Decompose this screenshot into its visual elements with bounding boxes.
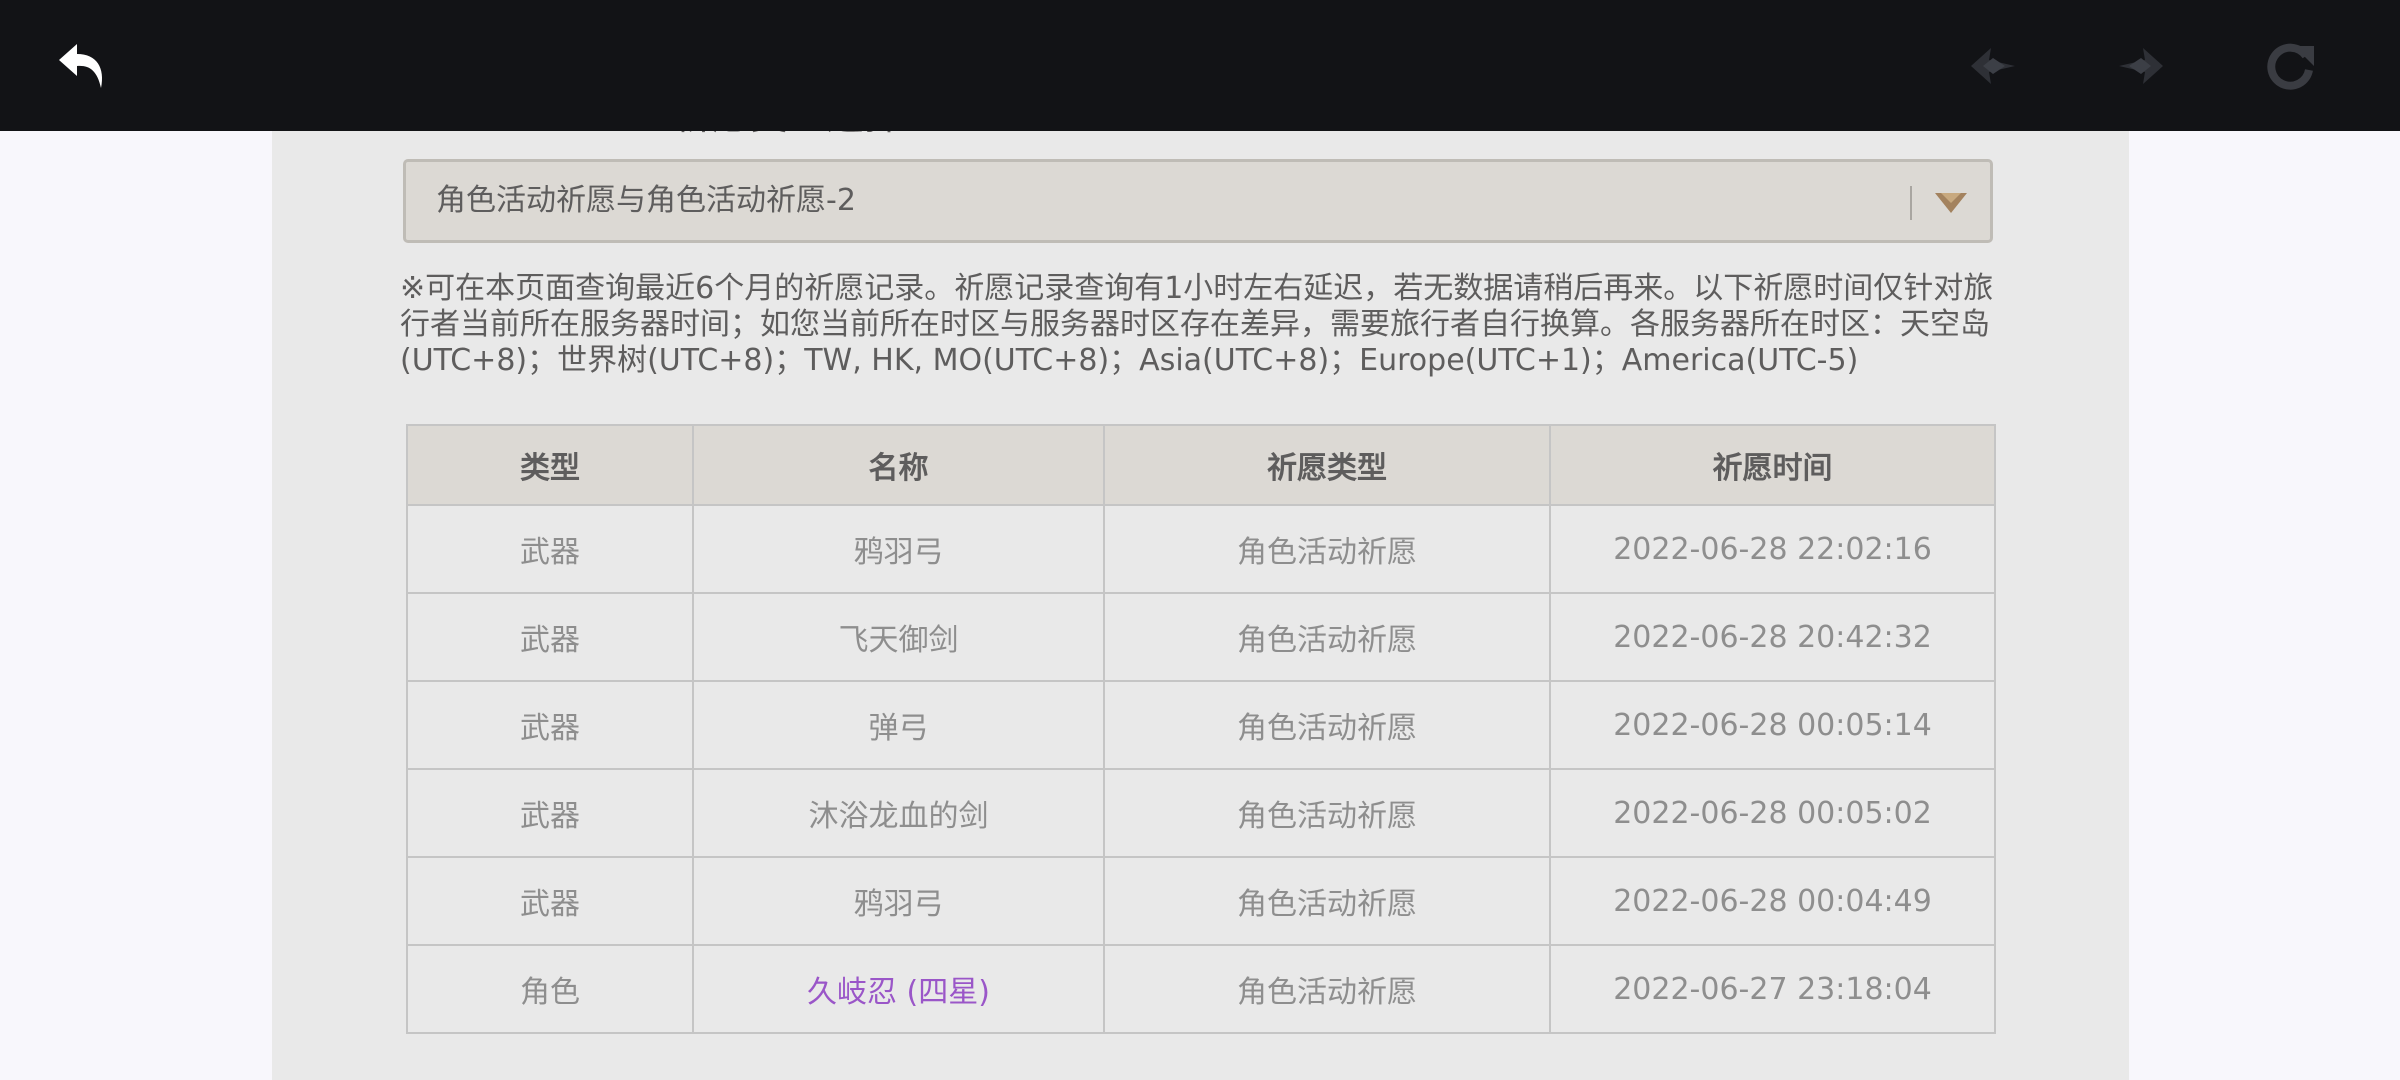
wish-type-select-value: 角色活动祈愿与角色活动祈愿-2 [436, 183, 856, 218]
cell-name: 弹弓 [692, 680, 1105, 770]
cell-type: 角色 [406, 944, 694, 1034]
refresh-icon[interactable] [2262, 38, 2318, 94]
prev-page-icon[interactable] [1965, 38, 2021, 94]
notice-text: ※可在本页面查询最近6个月的祈愿记录。祈愿记录查询有1小时左右延迟，若无数据请稍… [400, 271, 1994, 378]
cell-name: 鸦羽弓 [692, 856, 1105, 946]
cell-wish-type: 角色活动祈愿 [1103, 944, 1551, 1034]
back-arrow-icon[interactable] [55, 38, 111, 94]
cell-time: 2022-06-28 22:02:16 [1549, 504, 1996, 594]
cell-type: 武器 [406, 856, 694, 946]
cell-type: 武器 [406, 504, 694, 594]
cell-wish-type: 角色活动祈愿 [1103, 504, 1551, 594]
table-row: 武器 弹弓 角色活动祈愿 2022-06-28 00:05:14 [406, 680, 1996, 770]
cell-type: 武器 [406, 768, 694, 858]
cell-wish-type: 角色活动祈愿 [1103, 592, 1551, 682]
top-toolbar [0, 0, 2400, 131]
table-row: 武器 沐浴龙血的剑 角色活动祈愿 2022-06-28 00:05:02 [406, 768, 1996, 858]
header-name: 名称 [692, 424, 1105, 506]
table-row: 武器 鸦羽弓 角色活动祈愿 2022-06-28 00:04:49 [406, 856, 1996, 946]
cell-time: 2022-06-28 20:42:32 [1549, 592, 1996, 682]
cell-type: 武器 [406, 680, 694, 770]
table-header-row: 类型 名称 祈愿类型 祈愿时间 [406, 424, 1996, 506]
wish-history-table: 类型 名称 祈愿类型 祈愿时间 武器 鸦羽弓 角色活动祈愿 2022-06-28… [406, 424, 1996, 1034]
cell-wish-type: 角色活动祈愿 [1103, 768, 1551, 858]
table-row: 武器 鸦羽弓 角色活动祈愿 2022-06-28 22:02:16 [406, 504, 1996, 594]
chevron-down-icon[interactable] [1933, 189, 1969, 217]
next-page-icon[interactable] [2113, 38, 2169, 94]
cell-wish-type: 角色活动祈愿 [1103, 680, 1551, 770]
cell-type: 武器 [406, 592, 694, 682]
cell-name-four-star: 久岐忍 (四星) [692, 944, 1105, 1034]
cell-time: 2022-06-28 00:04:49 [1549, 856, 1996, 946]
header-wish-type: 祈愿类型 [1103, 424, 1551, 506]
cell-time: 2022-06-28 00:05:02 [1549, 768, 1996, 858]
table-row: 武器 飞天御剑 角色活动祈愿 2022-06-28 20:42:32 [406, 592, 1996, 682]
cell-name: 沐浴龙血的剑 [692, 768, 1105, 858]
wish-type-select[interactable]: 角色活动祈愿与角色活动祈愿-2 [403, 159, 1993, 243]
cell-wish-type: 角色活动祈愿 [1103, 856, 1551, 946]
cell-name: 鸦羽弓 [692, 504, 1105, 594]
header-type: 类型 [406, 424, 694, 506]
cell-time: 2022-06-28 00:05:14 [1549, 680, 1996, 770]
header-wish-time: 祈愿时间 [1549, 424, 1996, 506]
content-panel: 祈愿类型选择: 角色活动祈愿与角色活动祈愿-2 ※可在本页面查询最近6个月的祈愿… [272, 0, 2129, 1080]
table-row: 角色 久岐忍 (四星) 角色活动祈愿 2022-06-27 23:18:04 [406, 944, 1996, 1034]
cell-name: 飞天御剑 [692, 592, 1105, 682]
select-divider [1910, 186, 1912, 220]
cell-time: 2022-06-27 23:18:04 [1549, 944, 1996, 1034]
